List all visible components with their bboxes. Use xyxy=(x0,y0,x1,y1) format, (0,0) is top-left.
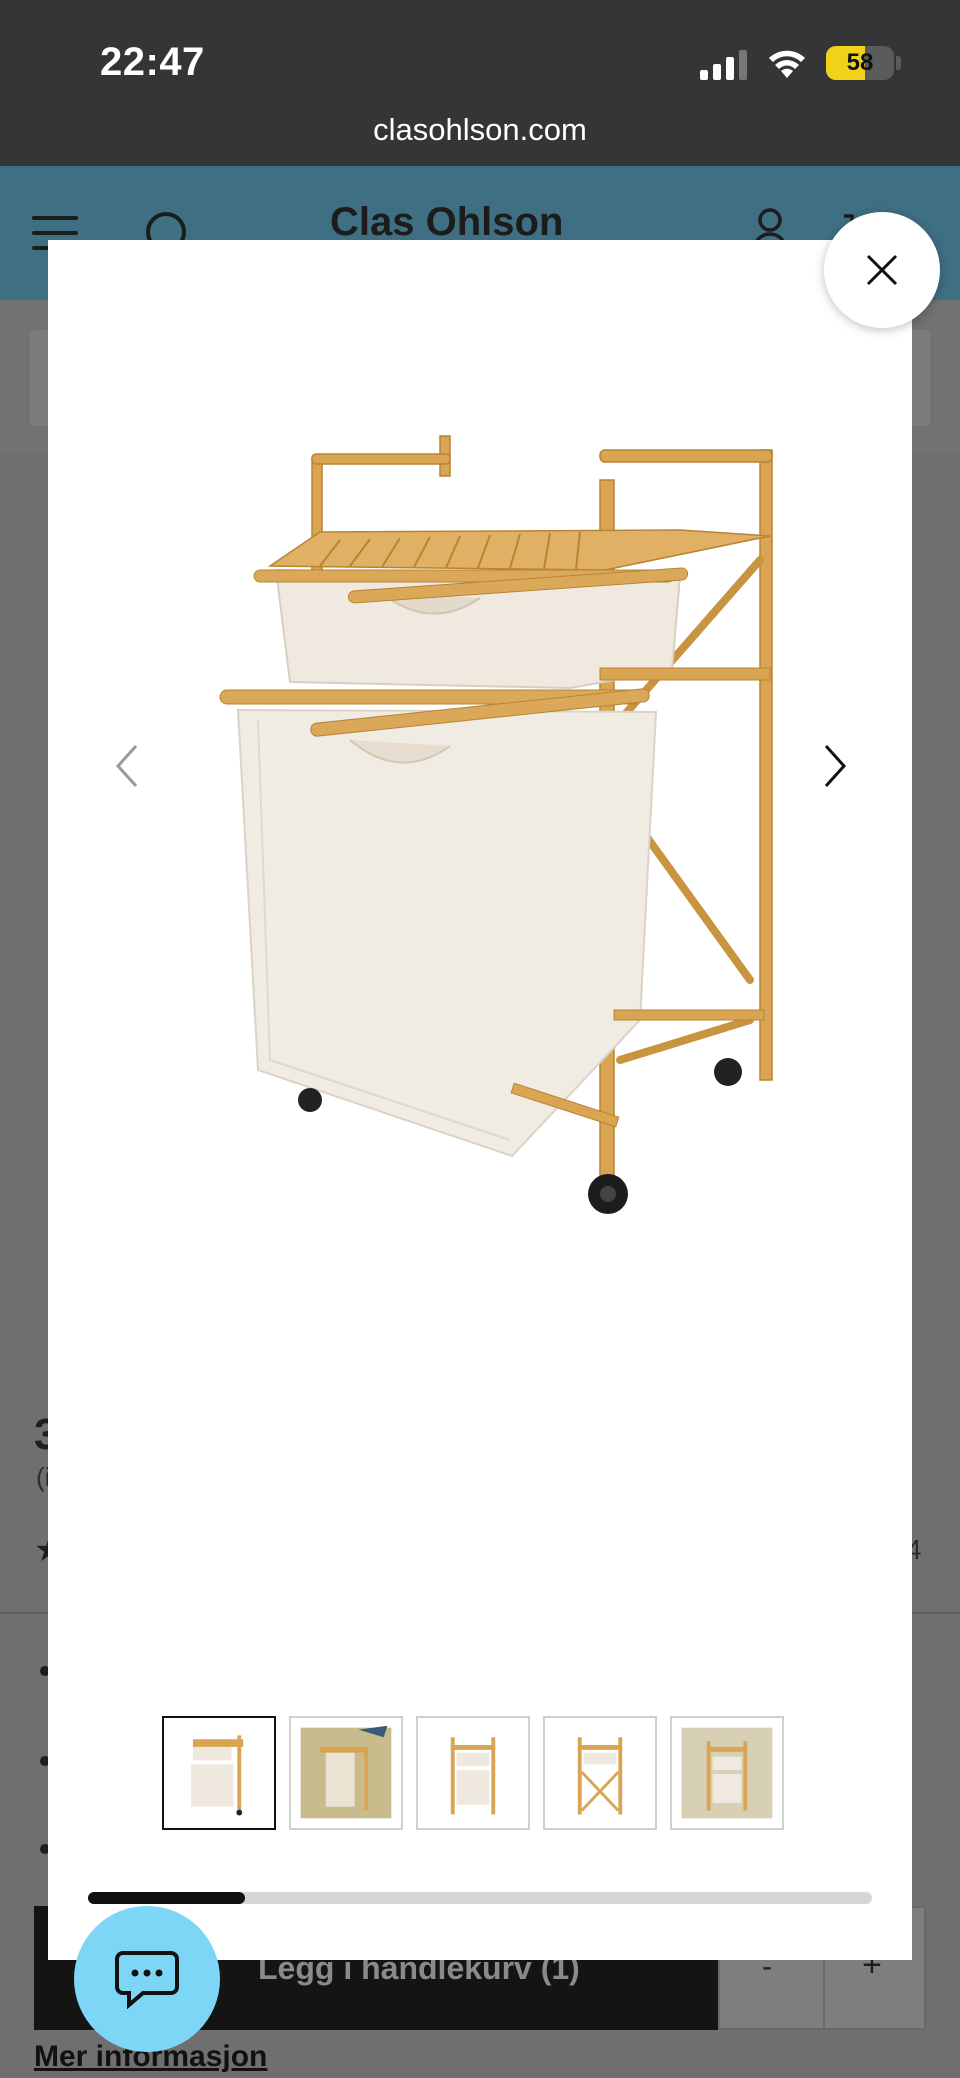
battery-indicator: 58 xyxy=(826,46,894,80)
thumbnail-3[interactable] xyxy=(416,1716,530,1830)
thumbnail-2[interactable] xyxy=(289,1716,403,1830)
gallery-progress-fill xyxy=(88,1892,245,1904)
thumbnail-5[interactable] xyxy=(670,1716,784,1830)
gallery-progress-track xyxy=(88,1892,872,1904)
thumbnail-1[interactable] xyxy=(162,1716,276,1830)
chat-button[interactable] xyxy=(74,1906,220,2052)
chevron-left-icon[interactable] xyxy=(112,742,142,790)
battery-percent: 58 xyxy=(846,49,874,76)
close-button[interactable] xyxy=(824,212,940,328)
battery-tip xyxy=(896,56,901,70)
address-bar-url[interactable]: clasohlson.com xyxy=(0,112,960,148)
clock: 22:47 xyxy=(100,40,205,84)
thumbnail-strip xyxy=(162,1716,784,1830)
product-image xyxy=(219,435,773,1214)
site-logo[interactable]: Clas Ohlson xyxy=(330,200,563,245)
chat-bubble-icon xyxy=(115,1951,179,2009)
wifi-icon xyxy=(769,50,805,78)
cellular-signal-icon xyxy=(700,50,747,80)
status-bar: 22:47 58 clasohlson.com xyxy=(0,0,960,166)
chevron-right-icon[interactable] xyxy=(820,742,850,790)
thumbnail-4[interactable] xyxy=(543,1716,657,1830)
close-icon xyxy=(866,254,898,286)
